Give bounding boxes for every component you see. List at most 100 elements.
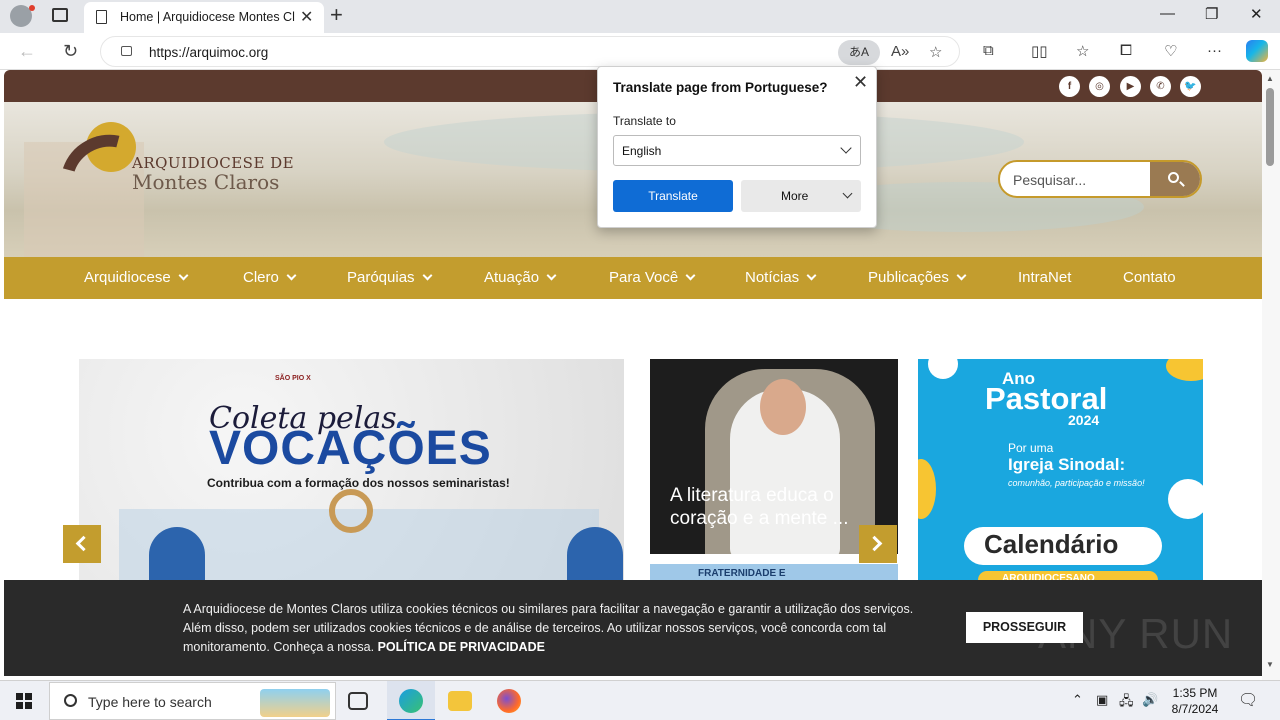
instagram-icon[interactable]: ◎	[1089, 76, 1110, 97]
browser-essentials-icon[interactable]: ♡	[1164, 42, 1177, 60]
menu-item-paroquias[interactable]: Paróquias	[347, 269, 432, 286]
scrollbar[interactable]: ▲ ▼	[1262, 70, 1280, 680]
facebook-icon[interactable]: f	[1059, 76, 1080, 97]
main-menu: Arquidiocese Clero Paróquias Atuação Par…	[4, 257, 1262, 299]
menu-label: Publicações	[868, 269, 949, 286]
collections-icon[interactable]: ⧠	[1120, 42, 1132, 59]
slide-headline: VOCAÇÕES	[209, 422, 492, 475]
menu-item-noticias[interactable]: Notícias	[745, 269, 817, 286]
refresh-icon[interactable]: ↻	[63, 41, 78, 62]
more-icon[interactable]: ···	[1207, 42, 1222, 59]
carousel-prev-button[interactable]	[63, 525, 101, 563]
taskbar-search[interactable]: Type here to search	[49, 682, 336, 720]
menu-label: Paróquias	[347, 269, 415, 286]
translate-to-label: Translate to	[613, 114, 676, 128]
search-input[interactable]: Pesquisar...	[1013, 172, 1086, 188]
privacy-policy-link[interactable]: POLÍTICA DE PRIVACIDADE	[378, 640, 545, 654]
more-button[interactable]: More	[741, 180, 861, 212]
news-card-2-caption: FRATERNIDADE E	[698, 568, 786, 579]
chevron-right-icon	[866, 535, 883, 552]
tab-actions-icon[interactable]	[52, 8, 68, 22]
menu-label: Clero	[243, 269, 279, 286]
translate-heading: Translate page from Portuguese?	[613, 80, 828, 95]
page-icon	[96, 10, 107, 24]
translate-button[interactable]: Translate	[613, 180, 733, 212]
url-text[interactable]: https://arquimoc.org	[149, 45, 268, 60]
site-search[interactable]: Pesquisar...	[998, 160, 1202, 198]
meet-now-icon[interactable]: ▣	[1096, 692, 1108, 708]
menu-label: Atuação	[484, 269, 540, 286]
firefox-icon[interactable]	[497, 689, 521, 713]
address-bar[interactable]: https://arquimoc.org あA A» ☆	[100, 36, 960, 67]
decor-dot	[1166, 359, 1203, 381]
language-select[interactable]: English	[613, 135, 861, 166]
scroll-down-icon[interactable]: ▼	[1266, 660, 1274, 669]
sao-pio-badge: SÃO PIO X	[275, 375, 311, 382]
browser-tab[interactable]: Home | Arquidiocese Montes Claros ✕	[84, 2, 324, 33]
menu-item-atuacao[interactable]: Atuação	[484, 269, 557, 286]
minimize-icon[interactable]: —	[1160, 5, 1175, 22]
menu-label: Contato	[1123, 269, 1176, 286]
carousel-slide-vocacoes[interactable]: SÃO PIO X Coleta pelas VOCAÇÕES Contribu…	[79, 359, 624, 609]
search-icon	[1168, 172, 1179, 183]
chevron-down-icon	[956, 270, 967, 281]
back-icon[interactable]: ←	[18, 41, 36, 62]
search-button[interactable]	[1150, 162, 1200, 196]
tray-overflow-icon[interactable]: ⌃	[1072, 692, 1083, 708]
file-explorer-icon[interactable]	[448, 691, 472, 711]
cookie-text: A Arquidiocese de Montes Claros utiliza …	[183, 600, 943, 657]
youtube-icon[interactable]: ▶	[1120, 76, 1141, 97]
split-screen-icon[interactable]: ▯▯	[1031, 42, 1048, 60]
decor-dot	[918, 459, 936, 519]
windows-start-icon[interactable]	[16, 693, 32, 709]
menu-item-intranet[interactable]: IntraNet	[1018, 269, 1071, 286]
clock[interactable]: 1:35 PM 8/7/2024	[1160, 685, 1230, 717]
scroll-thumb[interactable]	[1266, 88, 1274, 166]
start-tile	[16, 702, 23, 709]
menu-item-contato[interactable]: Contato	[1123, 269, 1176, 286]
favorites-icon[interactable]: ☆	[1076, 42, 1089, 60]
menu-item-arquidiocese[interactable]: Arquidiocese	[84, 269, 189, 286]
prosseguir-button[interactable]: PROSSEGUIR	[966, 612, 1083, 643]
monstrance-icon	[329, 489, 373, 533]
favorite-star-icon[interactable]: ☆	[929, 43, 942, 61]
logo-line2[interactable]: Montes Claros	[132, 170, 279, 194]
whatsapp-icon[interactable]: ✆	[1150, 76, 1171, 97]
decor-dot	[1168, 479, 1203, 519]
clock-time: 1:35 PM	[1172, 686, 1218, 700]
calendar-sinodal: Igreja Sinodal:	[1008, 455, 1126, 474]
menu-item-para-voce[interactable]: Para Você	[609, 269, 696, 286]
translate-icon[interactable]: あA	[838, 40, 880, 65]
profile-icon[interactable]	[10, 5, 35, 27]
volume-icon[interactable]: 🔊	[1142, 692, 1158, 708]
search-highlight-image	[260, 689, 330, 717]
taskbar-search-input[interactable]: Type here to search	[88, 694, 212, 710]
network-icon[interactable]: 🖧	[1119, 692, 1134, 714]
scroll-up-icon[interactable]: ▲	[1266, 74, 1274, 83]
close-icon[interactable]: ✕	[853, 72, 868, 93]
close-icon[interactable]: ✕	[300, 7, 313, 27]
maximize-icon[interactable]: ❐	[1205, 5, 1218, 23]
menu-item-clero[interactable]: Clero	[243, 269, 297, 286]
slide-subline: Contribua com a formação dos nossos semi…	[207, 476, 510, 490]
address-toolbar: ← ↻ https://arquimoc.org あA A» ☆ ⧉ ▯▯ ☆ …	[0, 33, 1280, 70]
window-close-icon[interactable]: ✕	[1250, 5, 1263, 23]
notifications-icon[interactable]: 🗨	[1238, 690, 1258, 710]
menu-label: Arquidiocese	[84, 269, 171, 286]
calendar-banner[interactable]: Ano Pastoral 2024 Por uma Igreja Sinodal…	[918, 359, 1203, 609]
news-title[interactable]: A literatura educa o coração e a mente .…	[670, 484, 890, 530]
menu-item-publicacoes[interactable]: Publicações	[868, 269, 967, 286]
edge-icon[interactable]	[399, 689, 423, 713]
start-tile	[25, 702, 32, 709]
carousel-next-button[interactable]	[859, 525, 897, 563]
twitter-icon[interactable]: 🐦	[1180, 76, 1201, 97]
task-view-icon[interactable]	[348, 692, 368, 710]
copilot-icon[interactable]	[1246, 40, 1268, 62]
new-tab-icon[interactable]: +	[330, 2, 343, 28]
language-value: English	[622, 144, 662, 158]
lock-icon[interactable]	[121, 46, 132, 56]
calendar-subtitle: comunhão, participação e missão!	[1008, 478, 1145, 488]
extensions-icon[interactable]: ⧉	[983, 42, 994, 59]
menu-label: Para Você	[609, 269, 679, 286]
read-aloud-icon[interactable]: A»	[891, 43, 909, 60]
